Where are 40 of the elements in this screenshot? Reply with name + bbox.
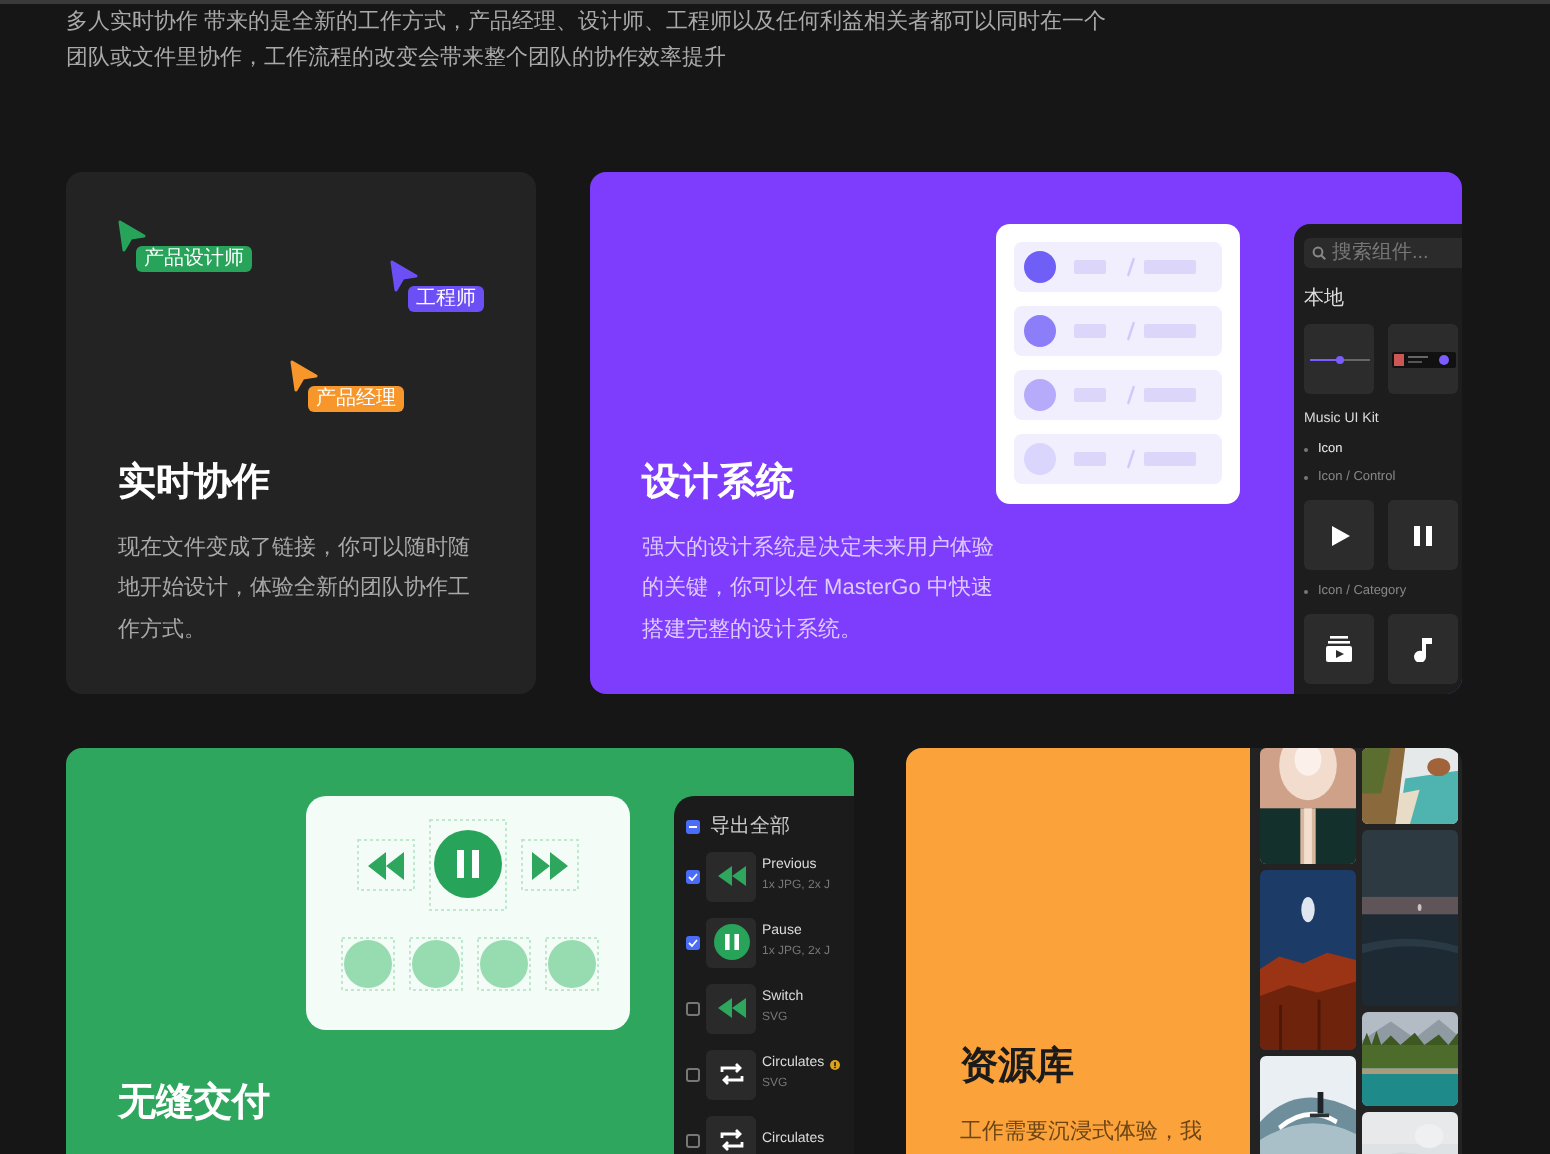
component-tile[interactable] <box>1388 324 1458 394</box>
card-title: 设计系统 <box>642 459 794 507</box>
repeat-icon <box>719 1128 743 1152</box>
checkbox[interactable] <box>686 869 700 883</box>
checkbox[interactable] <box>686 1067 700 1081</box>
playlist-icon <box>1326 636 1352 662</box>
cursor-icon <box>390 260 418 292</box>
component-tile[interactable] <box>1388 614 1458 684</box>
pause-icon <box>1412 523 1434 547</box>
checkbox[interactable] <box>686 1133 700 1147</box>
checkbox[interactable] <box>686 819 700 833</box>
player-preview-drawing <box>1391 351 1455 367</box>
card-title: 实时协作 <box>118 459 270 507</box>
play-icon <box>1327 523 1351 547</box>
section-label: 本地 <box>1304 285 1346 312</box>
checkbox[interactable] <box>686 935 700 949</box>
search-field[interactable]: 搜索组件... <box>1304 238 1462 268</box>
component-tile[interactable] <box>1304 500 1374 570</box>
rewind-icon <box>717 998 745 1018</box>
cursor-icon <box>118 220 146 252</box>
card-description: 工作需要沉浸式体验，我 <box>960 1118 1204 1148</box>
component-tile[interactable] <box>1388 500 1458 570</box>
card-title: 无缝交付 <box>118 1080 270 1128</box>
component-tile[interactable] <box>1304 614 1374 684</box>
user-tag: 产品经理 <box>308 386 404 412</box>
card-description: 强大的设计系统是决定未来用户体验的关键，你可以在 MasterGo 中快速搭建完整的设计系统。 <box>642 533 996 645</box>
repeat-icon <box>719 1062 743 1086</box>
user-tag: 工程师 <box>408 286 484 312</box>
intro-paragraph: 多人实时协作 带来的是全新的工作方式，产品经理、设计师、工程师以及任何利益相关者都可以同时在一个团队或文件里协作，工作流程的改变会带来整个团队的协作效率提升 <box>66 7 1109 74</box>
user-tag: 产品设计师 <box>136 246 252 272</box>
cursor-icon <box>290 360 318 392</box>
component-tile[interactable] <box>1304 324 1374 394</box>
checkbox[interactable] <box>686 1001 700 1015</box>
card-description: 现在文件变成了链接，你可以随时随地开始设计，体验全新的团队协作工作方式。 <box>118 533 472 645</box>
music-note-icon <box>1412 636 1434 662</box>
card-title: 资源库 <box>960 1044 1074 1092</box>
rewind-icon <box>717 866 745 886</box>
export-all-label: 导出全部 <box>710 813 790 840</box>
search-icon <box>1312 246 1326 260</box>
slider-preview-drawing <box>1309 355 1369 363</box>
